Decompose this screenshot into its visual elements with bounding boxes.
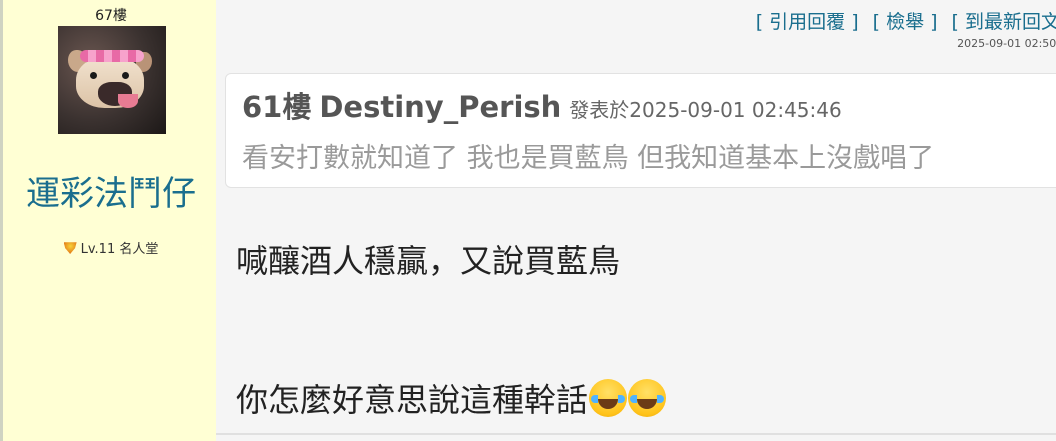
floor-number: 67樓 [95,8,127,24]
quote-header: 61樓 Destiny_Perish 發表於2025-09-01 02:45:46 [242,84,842,126]
avatar-eye [90,72,97,79]
quote-author[interactable]: Destiny_Perish [319,90,561,124]
user-level: Lv.11 名人堂 [3,238,219,257]
post-body-text: 你怎麼好意思說這種幹話 [236,381,589,419]
avatar-flower-crown [80,50,144,62]
avatar-eye [122,72,129,79]
post-body-line: 喊釀酒人穩贏，又說買藍鳥 [236,242,621,280]
quote-reply-button[interactable]: [ 引用回覆 ] [756,11,859,33]
quoted-post: 61樓 Destiny_Perish 發表於2025-09-01 02:45:46 … [225,73,1056,188]
quote-floor: 61樓 [242,90,312,124]
level-text: Lv.11 名人堂 [80,242,159,257]
latest-reply-button[interactable]: [ 到最新回文 [952,11,1056,33]
quote-timestamp: 發表於2025-09-01 02:45:46 [569,98,842,122]
avatar[interactable] [58,26,166,134]
post-actions: [ 引用回覆 ] [ 檢舉 ] [ 到最新回文 [756,7,1056,34]
post-body-line-with-emoji: 你怎麼好意思說這種幹話 [236,375,667,421]
divider [216,433,1056,435]
tears-of-joy-icon [628,379,667,417]
quote-text: 看安打數就知道了 我也是買藍鳥 但我知道基本上沒戲唱了 [242,143,935,174]
username-link[interactable]: 運彩法鬥仔 [3,166,219,215]
level-badge-icon [63,242,77,254]
report-button[interactable]: [ 檢舉 ] [873,11,938,33]
user-sidebar: 67樓 運彩法鬥仔 Lv.11 名人堂 [0,0,216,441]
post-timestamp: 2025-09-01 02:50: [957,37,1056,50]
tears-of-joy-icon [589,379,628,417]
avatar-tongue [118,94,138,108]
